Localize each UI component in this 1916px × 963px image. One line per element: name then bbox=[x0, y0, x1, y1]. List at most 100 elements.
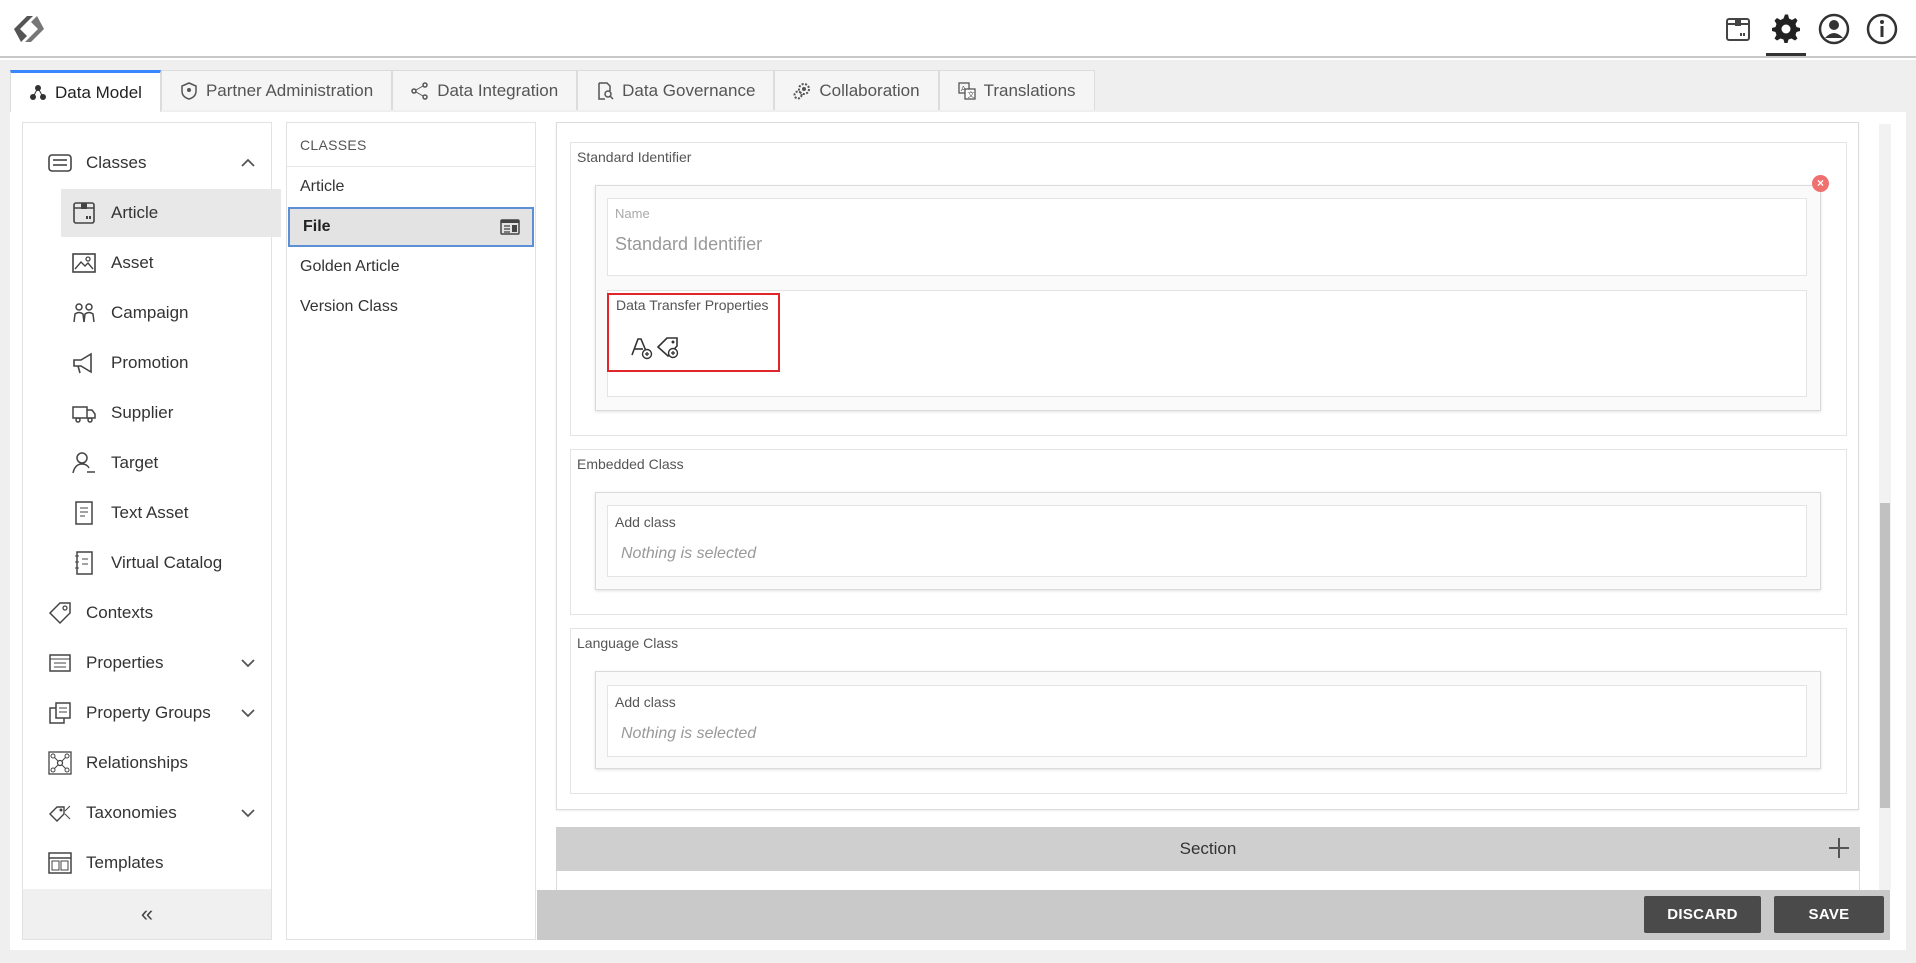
tab-label: Data Integration bbox=[437, 80, 559, 100]
language-class-placeholder: Nothing is selected bbox=[621, 725, 757, 742]
sidebar-item-label: Properties bbox=[86, 653, 164, 672]
sidebar-item-asset[interactable]: Asset bbox=[23, 239, 271, 287]
standard-identifier-label: Standard Identifier bbox=[577, 149, 692, 165]
scrollbar-thumb[interactable] bbox=[1880, 503, 1890, 808]
sidebar-item-label: Promotion bbox=[111, 353, 189, 372]
sidebar-item-label: Text Asset bbox=[111, 503, 189, 522]
class-item-golden-article[interactable]: Golden Article bbox=[287, 247, 535, 287]
embedded-class-placeholder: Nothing is selected bbox=[621, 545, 757, 562]
double-chevron-left-icon: « bbox=[140, 901, 154, 926]
language-class-add-label: Add class bbox=[615, 694, 676, 710]
chevron-down-icon[interactable] bbox=[239, 654, 257, 672]
sidebar-item-label: Target bbox=[111, 453, 159, 472]
embedded-class-label: Embedded Class bbox=[577, 456, 684, 472]
tab-data-governance[interactable]: Data Governance bbox=[577, 70, 775, 110]
chevron-down-icon[interactable] bbox=[239, 704, 257, 722]
tab-partner-administration[interactable]: Partner Administration bbox=[160, 70, 393, 110]
chevron-down-icon[interactable] bbox=[239, 804, 257, 822]
details-list-icon[interactable] bbox=[500, 219, 520, 235]
classes-panel: CLASSES Article File Golden Article Vers… bbox=[286, 122, 536, 940]
sidebar-item-text-asset[interactable]: Text Asset bbox=[23, 489, 271, 537]
tab-bar: Data Model Partner Administration Data I… bbox=[0, 60, 1916, 112]
classes-icon bbox=[47, 150, 73, 176]
image-icon bbox=[71, 250, 97, 276]
add-section-icon[interactable] bbox=[1826, 835, 1852, 861]
add-tag-icon[interactable] bbox=[656, 334, 682, 360]
sidebar-item-article[interactable]: Article bbox=[61, 189, 281, 237]
remove-icon[interactable]: × bbox=[1812, 175, 1829, 192]
package-icon[interactable] bbox=[1714, 4, 1762, 54]
tab-label: Partner Administration bbox=[205, 80, 374, 100]
save-button[interactable]: SAVE bbox=[1774, 896, 1884, 933]
campaign-icon bbox=[71, 300, 97, 326]
sidebar-item-target[interactable]: Target bbox=[23, 439, 271, 487]
add-attribute-icon[interactable] bbox=[628, 334, 654, 360]
sidebar-item-properties[interactable]: Properties bbox=[23, 639, 271, 687]
name-field[interactable]: Name Standard Identifier bbox=[607, 198, 1807, 276]
class-item-label: Article bbox=[300, 178, 345, 195]
sidebar-item-label: Contexts bbox=[86, 603, 154, 622]
section-label: Section bbox=[1179, 839, 1237, 858]
sidebar-item-label: Templates bbox=[86, 853, 164, 872]
article-icon bbox=[71, 200, 97, 226]
class-item-version-class[interactable]: Version Class bbox=[287, 287, 535, 327]
tab-label: Translations bbox=[983, 80, 1076, 100]
sidebar-item-templates[interactable]: Templates bbox=[23, 839, 271, 887]
info-icon[interactable] bbox=[1858, 4, 1906, 54]
tab-collaboration[interactable]: Collaboration bbox=[774, 70, 939, 110]
svg-text:A: A bbox=[961, 85, 966, 93]
catalog-icon bbox=[71, 550, 97, 576]
tab-data-model[interactable]: Data Model bbox=[10, 70, 161, 112]
target-user-icon bbox=[71, 450, 97, 476]
tab-translations[interactable]: A文 Translations bbox=[938, 70, 1095, 110]
embedded-class-select[interactable]: Add class Nothing is selected bbox=[607, 505, 1807, 577]
language-class-label: Language Class bbox=[577, 635, 679, 651]
translate-icon: A文 bbox=[957, 81, 976, 100]
sidebar-item-label: Taxonomies bbox=[86, 803, 177, 822]
sidebar-item-supplier[interactable]: Supplier bbox=[23, 389, 271, 437]
classes-header: CLASSES bbox=[287, 123, 535, 167]
class-item-label: Golden Article bbox=[300, 258, 400, 275]
sidebar-item-relationships[interactable]: Relationships bbox=[23, 739, 271, 787]
data-model-icon bbox=[30, 84, 46, 100]
svg-text:文: 文 bbox=[967, 90, 974, 99]
sidebar-item-promotion[interactable]: Promotion bbox=[23, 339, 271, 387]
chevron-up-icon[interactable] bbox=[239, 154, 257, 172]
section-header[interactable]: Section bbox=[556, 827, 1860, 871]
class-item-article[interactable]: Article bbox=[287, 167, 535, 207]
sidebar-item-label: Relationships bbox=[86, 753, 189, 772]
name-field-value: Standard Identifier bbox=[615, 234, 763, 254]
tab-label: Data Governance bbox=[622, 80, 756, 100]
properties-icon bbox=[47, 650, 73, 676]
share-nodes-icon bbox=[411, 81, 428, 100]
sidebar-item-label: Property Groups bbox=[86, 703, 211, 722]
tab-label: Collaboration bbox=[819, 80, 920, 100]
user-circle-icon[interactable] bbox=[1810, 4, 1858, 54]
sidebar-item-property-groups[interactable]: Property Groups bbox=[23, 689, 271, 737]
text-document-icon bbox=[71, 500, 97, 526]
gear-icon[interactable] bbox=[1762, 4, 1810, 56]
sidebar-item-campaign[interactable]: Campaign bbox=[23, 289, 271, 337]
embedded-class-add-label: Add class bbox=[615, 514, 676, 530]
sidebar: Classes Article Asset Campaign Promotion… bbox=[22, 122, 281, 940]
templates-icon bbox=[47, 850, 73, 876]
logo-icon[interactable] bbox=[6, 8, 52, 50]
section-body bbox=[556, 871, 1860, 891]
property-groups-icon bbox=[47, 700, 73, 726]
discard-button[interactable]: DISCARD bbox=[1644, 896, 1761, 933]
data-transfer-properties-label: Data Transfer Properties bbox=[616, 297, 769, 313]
class-item-label: Version Class bbox=[300, 298, 398, 315]
relationships-icon bbox=[47, 750, 73, 776]
collapse-sidebar-button[interactable]: « bbox=[23, 889, 271, 939]
sidebar-item-label: Asset bbox=[111, 253, 154, 272]
sidebar-item-virtual-catalog[interactable]: Virtual Catalog bbox=[23, 539, 271, 587]
language-class-select[interactable]: Add class Nothing is selected bbox=[607, 685, 1807, 757]
name-field-label: Name bbox=[615, 206, 650, 221]
sidebar-item-label: Campaign bbox=[111, 303, 189, 322]
sidebar-item-contexts[interactable]: Contexts bbox=[23, 589, 271, 637]
shield-icon bbox=[181, 81, 197, 100]
class-item-file[interactable]: File bbox=[288, 207, 534, 247]
tab-data-integration[interactable]: Data Integration bbox=[392, 70, 578, 110]
sidebar-item-classes[interactable]: Classes bbox=[23, 139, 271, 187]
sidebar-item-taxonomies[interactable]: Taxonomies bbox=[23, 789, 271, 837]
